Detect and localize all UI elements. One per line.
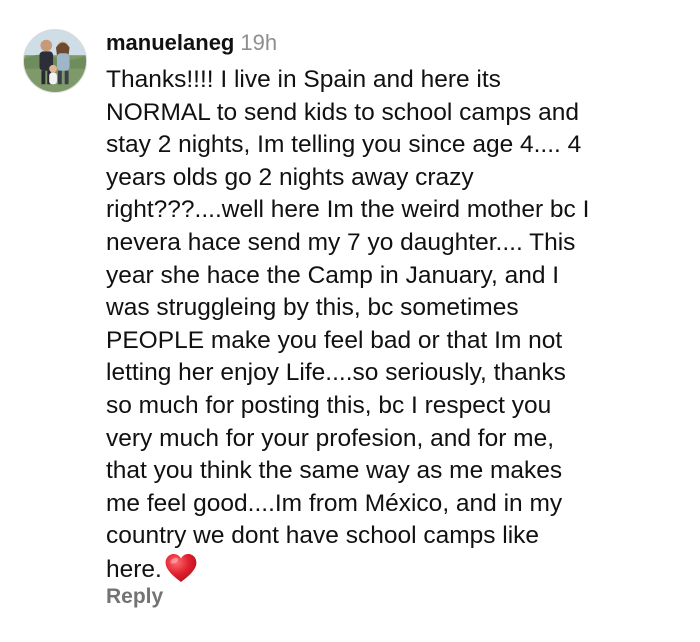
- comment-line: very much for your profesion, and for me…: [106, 424, 554, 452]
- comment-line: Thanks!!!! I live in Spain and here its: [106, 66, 501, 93]
- comment-text: Thanks!!!! I live in Spain and here its …: [106, 64, 686, 587]
- comment-line: stay 2 nights, Im telling you since age …: [106, 131, 582, 159]
- comment-line: was struggleing by this, bc sometimes: [106, 294, 519, 322]
- timestamp: 19h: [240, 30, 278, 55]
- comment-meta: manuelaneg 19h: [106, 28, 686, 58]
- comment-line: letting her enjoy Life....so seriously, …: [106, 359, 566, 387]
- comment-line: NORMAL to send kids to school camps and: [106, 98, 579, 126]
- avatar-photo: [24, 30, 86, 92]
- comment: manuelaneg 19h Thanks!!!! I live in Spain…: [0, 0, 700, 642]
- avatar[interactable]: [23, 29, 87, 93]
- comment-line: that you think the same way as me makes: [106, 457, 563, 485]
- username[interactable]: manuelaneg: [106, 30, 234, 55]
- comment-line: nevera hace send my 7 yo daughter.... Th…: [106, 228, 576, 256]
- comment-line-last: here.: [106, 553, 686, 587]
- comment-line: here.: [106, 555, 162, 583]
- comment-line: right???....well here Im the weird mothe…: [106, 196, 590, 224]
- reply-button[interactable]: Reply: [106, 585, 163, 609]
- comment-line: so much for posting this, bc I respect y…: [106, 391, 552, 419]
- red-heart-icon: [164, 553, 198, 583]
- comment-line: year she hace the Camp in January, and I: [106, 261, 560, 289]
- comment-line: me feel good....Im from México, and in m…: [106, 489, 563, 517]
- comment-line: years olds go 2 nights away crazy: [106, 163, 474, 191]
- comment-line: country we dont have school camps like: [106, 522, 540, 550]
- comment-line: PEOPLE make you feel bad or that Im not: [106, 326, 563, 354]
- comment-body: manuelaneg 19h Thanks!!!! I live in Spain…: [106, 28, 686, 587]
